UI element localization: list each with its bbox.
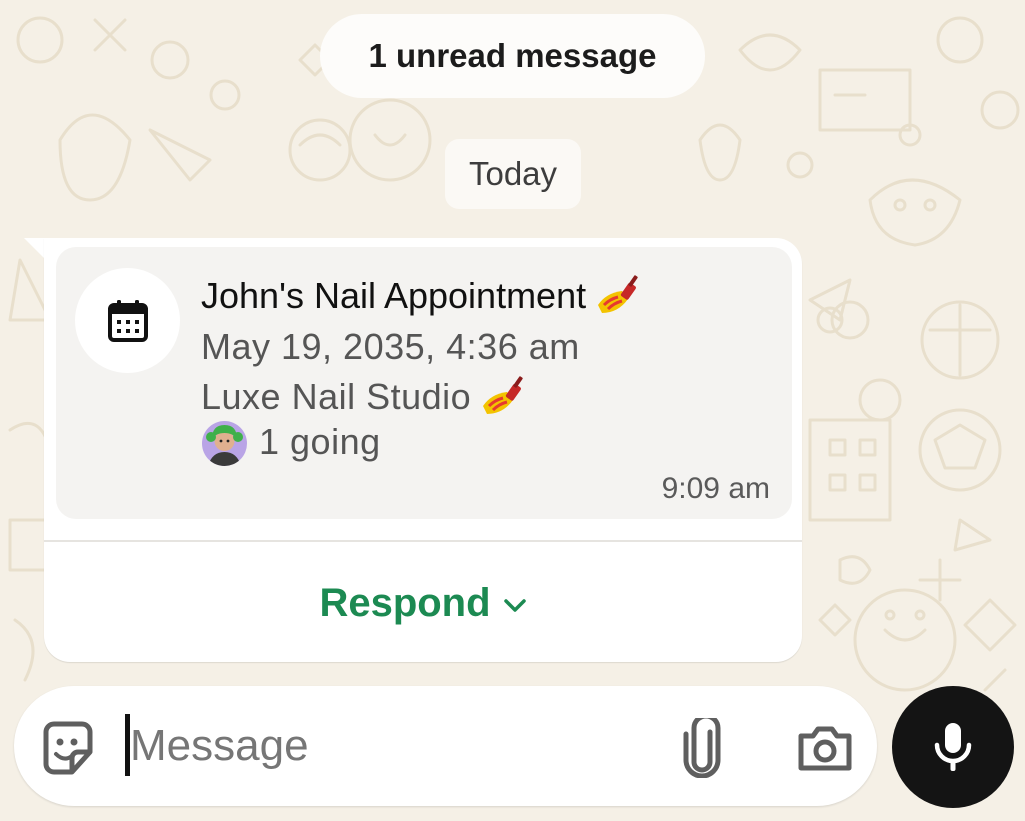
bubble-divider xyxy=(44,540,802,542)
message-input[interactable] xyxy=(130,713,650,779)
event-datetime: May 19, 2035, 4:36 am xyxy=(201,326,580,367)
avatar-green-hair xyxy=(202,421,247,466)
event-title-row: John's Nail Appointment xyxy=(201,275,640,317)
microphone-icon xyxy=(934,723,972,771)
attendee-avatar[interactable] xyxy=(202,421,247,466)
calendar-icon xyxy=(107,299,148,342)
paperclip-icon[interactable] xyxy=(680,718,728,778)
event-going-count[interactable]: 1 going xyxy=(259,421,381,463)
unread-messages-banner: 1 unread message xyxy=(320,14,705,98)
event-location-row: Luxe Nail Studio xyxy=(201,376,525,418)
nail-polish-emoji xyxy=(483,376,523,414)
camera-icon[interactable] xyxy=(795,720,855,776)
chevron-down-icon xyxy=(503,598,526,612)
date-separator-chip: Today xyxy=(445,139,581,209)
respond-button[interactable]: Respond xyxy=(44,545,802,662)
message-timestamp: 9:09 am xyxy=(661,472,770,505)
respond-label: Respond xyxy=(319,581,491,625)
event-location: Luxe Nail Studio xyxy=(201,376,472,417)
event-title: John's Nail Appointment xyxy=(201,275,587,316)
sticker-icon[interactable] xyxy=(38,718,98,778)
event-icon-circle xyxy=(75,268,180,373)
voice-record-button[interactable] xyxy=(892,686,1014,808)
nail-polish-emoji xyxy=(598,275,638,313)
